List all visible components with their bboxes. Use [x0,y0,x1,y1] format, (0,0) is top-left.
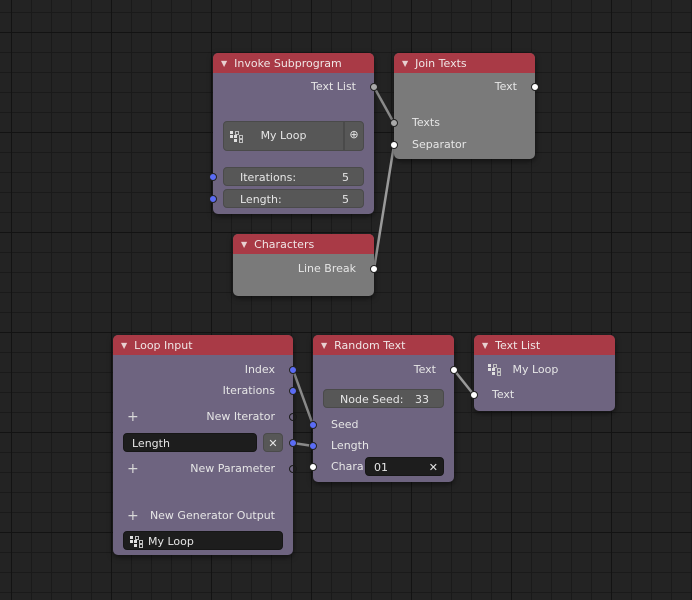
node-title: Text List [495,338,541,352]
input-seed-socket[interactable] [309,421,317,429]
node-title: Invoke Subprogram [234,56,342,70]
length-field[interactable]: Length: 5 [223,189,364,208]
collapse-icon[interactable]: ▼ [241,240,247,249]
output-line-break-socket[interactable] [370,265,378,273]
input-texts-socket[interactable] [390,119,398,127]
output-text-list-label: Text List [311,80,356,93]
subprogram-icon [488,363,501,376]
output-text-socket[interactable] [450,366,458,374]
output-index-socket[interactable] [289,366,297,374]
collapse-icon[interactable]: ▼ [482,341,488,350]
loop-name: My Loop [148,535,194,548]
node-seed-value: 33 [415,393,429,406]
output-text-socket[interactable] [531,83,539,91]
output-index-label: Index [244,363,275,376]
input-length-label: Length [331,439,369,452]
new-parameter-button[interactable]: New Parameter [113,461,293,477]
remove-parameter-button[interactable]: ✕ [263,433,283,452]
iterations-label: Iterations: [240,171,297,184]
chara-input[interactable]: 01 ✕ [365,457,444,476]
subprogram-selector[interactable]: My Loop [223,121,344,151]
iterations-value: 5 [342,171,349,184]
input-length-socket[interactable] [309,442,317,450]
node-title: Characters [254,237,315,251]
input-text-label: Text [492,388,515,401]
link-linebreak-to-separator [372,144,396,270]
new-subprogram-button[interactable]: ⊕ [344,121,364,151]
parameter-name-input[interactable]: Length [123,433,257,452]
node-join-texts[interactable]: ▼ Join Texts Text Texts Separator [390,53,539,159]
subprogram-icon [230,131,243,143]
output-iterations-socket[interactable] [289,387,297,395]
collapse-icon[interactable]: ▼ [221,59,227,68]
output-text-label: Text [494,80,517,93]
close-icon: ✕ [268,437,278,450]
loop-name: My Loop [512,363,559,376]
output-text-list-socket[interactable] [370,83,378,91]
collapse-icon[interactable]: ▼ [321,341,327,350]
node-characters[interactable]: ▼ Characters Line Break [233,234,378,296]
length-value: 5 [342,193,349,206]
node-text-list[interactable]: ▼ Text List My Loop Text [470,335,615,411]
input-iterations-socket[interactable] [209,173,217,181]
collapse-icon[interactable]: ▼ [402,59,408,68]
subprogram-icon [130,536,143,548]
new-generator-output-button[interactable]: New Generator Output [113,508,293,524]
output-iterations-label: Iterations [222,384,275,397]
output-length-socket[interactable] [289,439,297,447]
node-header[interactable]: ▼ Text List [474,335,615,355]
new-parameter-socket[interactable] [289,465,297,473]
input-texts-label: Texts [412,116,440,129]
clear-icon[interactable]: ✕ [429,458,438,477]
node-seed-field[interactable]: Node Seed: 33 [323,389,444,408]
loop-name-field[interactable]: My Loop [123,531,283,550]
node-title: Loop Input [134,338,193,352]
new-iterator-socket[interactable] [289,413,297,421]
node-header[interactable]: ▼ Join Texts [394,53,535,73]
node-header[interactable]: ▼ Characters [233,234,374,254]
chara-value: 01 [374,461,388,474]
collapse-icon[interactable]: ▼ [121,341,127,350]
input-length-socket[interactable] [209,195,217,203]
node-title: Random Text [334,338,406,352]
node-invoke-subprogram[interactable]: ▼ Invoke Subprogram Text List My Loop ⊕ … [209,53,378,214]
node-header[interactable]: ▼ Random Text [313,335,454,355]
length-label: Length: [240,193,282,206]
node-header[interactable]: ▼ Invoke Subprogram [213,53,374,73]
input-chara-socket[interactable] [309,463,317,471]
input-seed-label: Seed [331,418,359,431]
node-seed-label: Node Seed: [340,393,404,406]
node-random-text[interactable]: ▼ Random Text Text Node Seed: 33 Seed Le… [309,335,458,482]
input-separator-socket[interactable] [390,141,398,149]
node-header[interactable]: ▼ Loop Input [113,335,293,355]
input-separator-label: Separator [412,138,467,151]
input-text-socket[interactable] [470,391,478,399]
loop-reference: My Loop [474,362,615,378]
node-title: Join Texts [415,56,467,70]
output-text-label: Text [413,363,436,376]
node-loop-input[interactable]: ▼ Loop Input Index Iterations + New Iter… [113,335,297,555]
new-iterator-button[interactable]: New Iterator [113,409,293,425]
link-textlist-to-texts [372,86,396,124]
subprogram-name: My Loop [260,129,307,142]
new-file-icon: ⊕ [349,128,359,141]
output-line-break-label: Line Break [297,262,356,275]
iterations-field[interactable]: Iterations: 5 [223,167,364,186]
